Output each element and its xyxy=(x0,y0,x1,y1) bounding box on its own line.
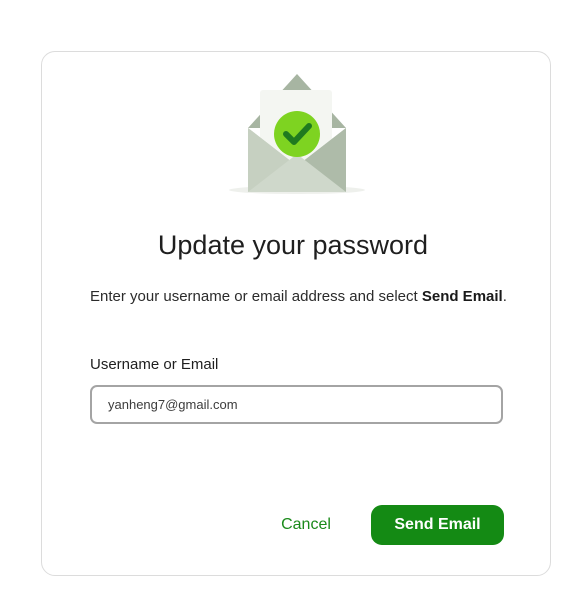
send-email-button[interactable]: Send Email xyxy=(371,505,504,545)
username-email-input[interactable] xyxy=(92,387,501,422)
instructions-emphasis: Send Email xyxy=(421,288,503,305)
instructions-prefix: Enter your username or email address and… xyxy=(90,288,422,305)
instructions-text: Enter your username or email address and… xyxy=(90,285,510,308)
username-email-label: Username or Email xyxy=(90,356,219,373)
page-title: Update your password xyxy=(157,230,429,260)
envelope-check-icon xyxy=(229,74,365,194)
username-email-field-wrapper xyxy=(90,385,503,424)
instructions-suffix: . xyxy=(502,288,507,305)
cancel-button[interactable]: Cancel xyxy=(270,506,342,544)
